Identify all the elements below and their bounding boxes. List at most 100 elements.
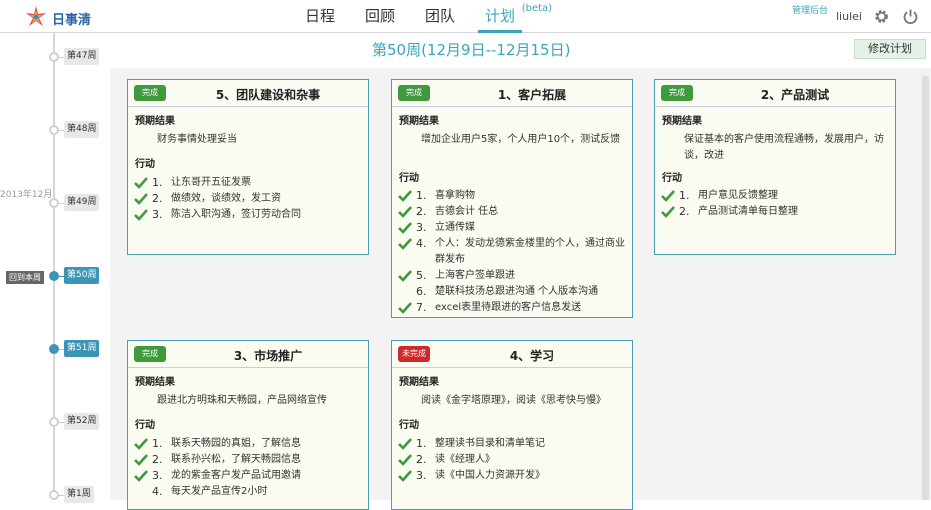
tab-review[interactable]: 回顾 bbox=[358, 0, 402, 33]
check-icon[interactable] bbox=[398, 302, 412, 314]
week-title: 第50周(12月9日--12月15日) bbox=[372, 41, 571, 59]
timeline-week-49[interactable]: 第49周 bbox=[64, 194, 100, 211]
action-item: 7. excel表里待跟进的客户信息发送 bbox=[398, 300, 632, 316]
action-number: 4. bbox=[416, 237, 427, 250]
result-text: 财务事情处理妥当 bbox=[157, 134, 237, 145]
action-number: 2. bbox=[416, 205, 427, 218]
plan-card[interactable]: 完成 2、产品测试 预期结果 保证基本的客户使用流程通畅，发展用户，访谈，改进 … bbox=[654, 79, 896, 255]
result-heading: 预期结果 bbox=[135, 116, 175, 127]
edit-plan-button[interactable]: 修改计划 bbox=[854, 39, 926, 59]
check-icon[interactable] bbox=[398, 206, 412, 218]
timeline-node bbox=[49, 417, 59, 427]
status-badge[interactable]: 完成 bbox=[134, 346, 166, 362]
scrollbar-thumb[interactable] bbox=[922, 76, 929, 500]
logo[interactable]: 日事清 bbox=[24, 4, 94, 30]
action-item: 2. 读《经理人》 bbox=[398, 452, 632, 468]
card-title: 3、市场推广 bbox=[233, 349, 303, 363]
check-icon[interactable] bbox=[661, 206, 675, 218]
action-list: 1. 喜拿购物 2. 吉德会计 任总 3. 立通传媒 4. 个人：发动龙德紫金楼里的个人… bbox=[398, 188, 632, 316]
scrollbar[interactable] bbox=[920, 68, 931, 500]
status-badge[interactable]: 完成 bbox=[134, 85, 166, 101]
action-list: 1. 让东哥开五征发票 2. 做绩效，谈绩效，发工资 3. 陈洁入职沟通，签订劳动合同 bbox=[134, 175, 368, 223]
action-number: 6. bbox=[416, 285, 427, 298]
timeline-week-52[interactable]: 第52周 bbox=[64, 413, 100, 430]
action-text: 做绩效，谈绩效，发工资 bbox=[171, 193, 281, 204]
check-icon[interactable] bbox=[134, 177, 148, 189]
check-icon[interactable] bbox=[398, 470, 412, 482]
check-icon[interactable] bbox=[398, 270, 412, 282]
result-text: 阅读《金字塔原理》，阅读《思考快与慢》 bbox=[421, 395, 606, 406]
action-list: 1. 整理读书目录和清单笔记 2. 读《经理人》 3. 读《中国人力资源开发》 bbox=[398, 436, 632, 484]
card-divider bbox=[392, 367, 632, 368]
timeline-week-51[interactable]: 第51周 bbox=[64, 340, 100, 357]
power-icon[interactable] bbox=[902, 8, 919, 25]
action-item: 3. 陈洁入职沟通，签订劳动合同 bbox=[134, 207, 368, 223]
timeline-node bbox=[49, 490, 59, 500]
action-text: 读《经理人》 bbox=[435, 454, 495, 465]
timeline-week-1[interactable]: 第1周 bbox=[64, 486, 94, 503]
plan-card[interactable]: 完成 5、团队建设和杂事 预期结果 财务事情处理妥当 行动 1. 让东哥开五征发票… bbox=[127, 79, 369, 255]
check-icon[interactable] bbox=[398, 454, 412, 466]
top-bar: 日事清 日程 回顾 团队 计划 (beta) 管理后台 liulei bbox=[0, 0, 931, 33]
tab-schedule[interactable]: 日程 bbox=[298, 0, 342, 33]
action-item: 3. 立通传媒 bbox=[398, 220, 632, 236]
action-list: 1. 用户意见反馈整理 2. 产品测试清单每日整理 bbox=[661, 188, 895, 220]
result-heading: 预期结果 bbox=[399, 377, 439, 388]
action-text: 上海客户签单跟进 bbox=[435, 270, 515, 281]
check-icon[interactable] bbox=[398, 222, 412, 234]
plan-card[interactable]: 未完成 4、学习 预期结果 阅读《金字塔原理》，阅读《思考快与慢》 行动 1. 整… bbox=[391, 340, 633, 510]
check-icon[interactable] bbox=[661, 190, 675, 202]
card-divider bbox=[128, 367, 368, 368]
timeline-week-47[interactable]: 第47周 bbox=[64, 48, 100, 65]
action-text: 整理读书目录和清单笔记 bbox=[435, 438, 545, 449]
action-item: 1. 联系天畅园的真姐，了解信息 bbox=[134, 436, 368, 452]
beta-tag: (beta) bbox=[521, 3, 553, 14]
status-badge[interactable]: 未完成 bbox=[398, 346, 430, 362]
action-number: 4. bbox=[152, 485, 163, 498]
check-icon[interactable] bbox=[398, 438, 412, 450]
status-badge[interactable]: 完成 bbox=[661, 85, 693, 101]
action-text: 个人：发动龙德紫金楼里的个人，通过商业群发布 bbox=[435, 238, 625, 265]
actions-heading: 行动 bbox=[399, 420, 419, 431]
username[interactable]: liulei bbox=[836, 10, 862, 23]
main-nav: 日程 回顾 团队 计划 (beta) bbox=[298, 0, 552, 33]
card-title: 4、学习 bbox=[509, 349, 555, 363]
actions-heading: 行动 bbox=[135, 420, 155, 431]
action-number: 3. bbox=[152, 208, 163, 221]
action-number: 1. bbox=[416, 189, 427, 202]
check-icon[interactable] bbox=[134, 470, 148, 482]
tab-label: 计划 bbox=[485, 7, 516, 25]
action-number: 2. bbox=[416, 453, 427, 466]
check-icon[interactable] bbox=[134, 193, 148, 205]
timeline-week-48[interactable]: 第48周 bbox=[64, 121, 100, 138]
action-item: 3. 读《中国人力资源开发》 bbox=[398, 468, 632, 484]
action-number: 1. bbox=[416, 437, 427, 450]
action-item: 3. 龙的紫金客户发产品试用邀请 bbox=[134, 468, 368, 484]
action-number: 5. bbox=[416, 269, 427, 282]
check-icon[interactable] bbox=[134, 438, 148, 450]
plan-card[interactable]: 完成 3、市场推广 预期结果 跟进北方明珠和天畅园，产品网络宣传 行动 1. 联系… bbox=[127, 340, 369, 510]
action-number: 3. bbox=[152, 469, 163, 482]
admin-link[interactable]: 管理后台 bbox=[792, 3, 828, 16]
timeline-node bbox=[49, 52, 59, 62]
tab-plan[interactable]: 计划 (beta) bbox=[478, 0, 552, 33]
result-text: 跟进北方明珠和天畅园，产品网络宣传 bbox=[157, 395, 327, 406]
action-text: 读《中国人力资源开发》 bbox=[435, 470, 545, 481]
tab-team[interactable]: 团队 bbox=[418, 0, 462, 33]
action-text: excel表里待跟进的客户信息发送 bbox=[435, 302, 582, 313]
plan-card[interactable]: 完成 1、客户拓展 预期结果 增加企业用户5家，个人用户10个，测试反馈 行动 … bbox=[391, 79, 633, 318]
check-icon[interactable] bbox=[398, 238, 412, 250]
check-icon[interactable] bbox=[398, 190, 412, 202]
gear-icon[interactable] bbox=[873, 8, 890, 25]
back-to-current-week-button[interactable]: 回到本周 bbox=[6, 271, 44, 284]
status-badge[interactable]: 完成 bbox=[398, 85, 430, 101]
action-text: 联系天畅园的真姐，了解信息 bbox=[171, 438, 301, 449]
timeline-week-50[interactable]: 第50周 bbox=[64, 267, 100, 284]
action-number: 1. bbox=[679, 189, 690, 202]
card-title: 2、产品测试 bbox=[760, 88, 830, 102]
result-heading: 预期结果 bbox=[135, 377, 175, 388]
timeline-line bbox=[53, 33, 55, 500]
timeline-node bbox=[49, 198, 59, 208]
check-icon[interactable] bbox=[134, 209, 148, 221]
check-icon[interactable] bbox=[134, 454, 148, 466]
